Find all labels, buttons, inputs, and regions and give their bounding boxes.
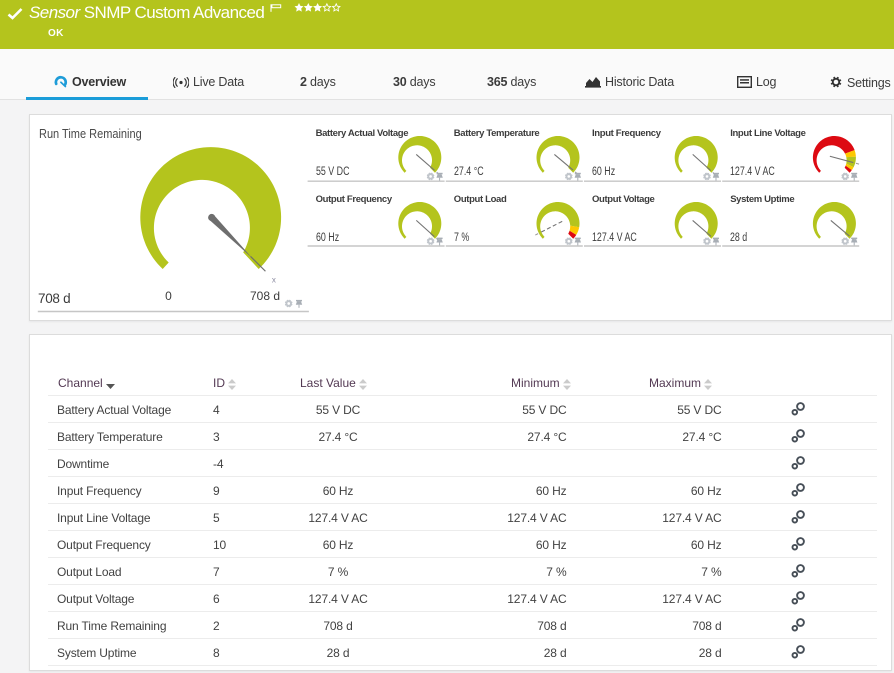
svg-text:x: x: [272, 276, 276, 285]
